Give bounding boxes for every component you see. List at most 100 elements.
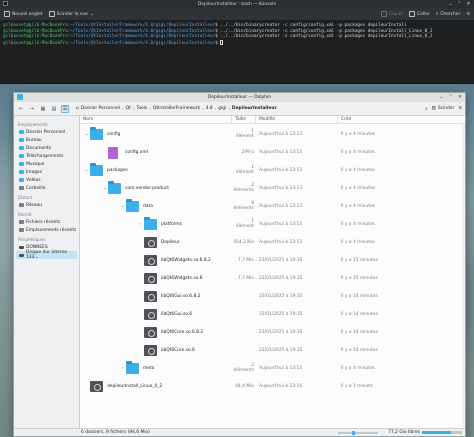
forward-icon[interactable]: → — [28, 105, 36, 113]
created-cell: Il y a 4 minutes — [341, 221, 375, 227]
places-item-label: Fichiers récents — [26, 219, 61, 225]
chevron-down-icon[interactable]: ⌄ — [84, 167, 89, 172]
created-cell: Il y a 4 minutes — [341, 131, 375, 137]
name-cell: ⌄ com.vendor.product — [80, 179, 232, 197]
table-row[interactable]: depileurInstall_Linux_0_2 44,4 Mio Aujourd… — [80, 377, 465, 395]
table-row[interactable]: › platforms 1 élément Aujourd'hui à 13:13 Il… — [80, 215, 465, 233]
file-name: libQt6Widgets.so.6 — [161, 276, 203, 281]
table-row[interactable]: ⌄ config 1 élément Aujourd'hui à 13:13 Il y … — [80, 125, 465, 143]
table-row[interactable]: libQt6Core.so.6 23/01/2025 à 19:35 Il y a … — [80, 341, 465, 359]
table-row[interactable]: config.xml 299 o Aujourd'hui à 13:13 Il y a… — [80, 143, 465, 161]
places-item-label: Téléchargements — [26, 153, 64, 159]
xml-file-icon — [108, 147, 118, 159]
maximize-icon[interactable]: ⌃ — [449, 94, 453, 100]
table-row[interactable]: libQt6Widgets.so.6 7,7 Mio 23/01/2025 à 19… — [80, 269, 465, 287]
breadcrumb-item[interactable]: gigi — [218, 106, 226, 111]
terminal-line: gilbouvet@gilb-MacBookPro:~/Tools/QtInst… — [3, 34, 471, 40]
chevron-down-icon[interactable]: ⌄ — [120, 203, 125, 208]
terminal-output[interactable]: gilbouvet@gilb-MacBookPro:~/Tools/QtInst… — [0, 21, 474, 48]
places-item-label: Disque dur interne 133... — [26, 250, 67, 260]
file-list[interactable]: Nom Taille Modifié Créé ⌄ config 1 élément… — [80, 116, 465, 428]
places-item-label: Corbeille — [26, 185, 46, 191]
icon-view-icon[interactable]: ▦ — [39, 105, 47, 113]
places-item[interactable]: Réseau — [16, 201, 77, 209]
minimize-icon[interactable]: ⌄ — [448, 1, 453, 7]
konsole-titlebar[interactable]: DepileurInstalleur : bash — Konsole ⌄ ⌃ … — [0, 0, 474, 8]
breadcrumb-item[interactable]: Qt — [126, 106, 131, 111]
details-view-icon[interactable]: ☰ — [61, 104, 69, 113]
split-button[interactable]: ▥ Scinder — [432, 106, 455, 111]
back-icon[interactable]: ← — [17, 105, 25, 113]
places-item[interactable]: Fichiers récents — [16, 218, 77, 226]
breadcrumb-item[interactable]: Dossier Personnel — [81, 106, 120, 111]
name-cell: Depileur — [80, 233, 232, 251]
chevron-down-icon[interactable]: ⌄ — [84, 131, 89, 136]
table-row[interactable]: ⌄ com.vendor.product 2 éléments Aujourd'hui… — [80, 179, 465, 197]
modified-cell: Aujourd'hui à 13:13 — [259, 185, 303, 191]
dolphin-toolbar: ← → ▦ ▤ ☰ ⌂ Dossier Personnel › Qt › Tools › Qt… — [14, 102, 465, 116]
places-item[interactable]: Corbeille — [16, 184, 77, 192]
modified-cell: 23/01/2025 à 19:35 — [259, 293, 303, 299]
file-name: platforms — [161, 222, 182, 227]
breadcrumb-item[interactable]: 4.8 — [206, 106, 213, 111]
minimize-icon[interactable]: ⌄ — [439, 94, 443, 100]
folder-icon — [19, 146, 24, 150]
drive-icon — [19, 245, 24, 249]
breadcrumb-item[interactable]: DepileurInstalleur — [232, 106, 277, 111]
table-row[interactable]: › meta 2 éléments Aujourd'hui à 13:13 Il y a… — [80, 359, 465, 377]
maximize-icon[interactable]: ⌃ — [457, 1, 462, 7]
scrollbar[interactable] — [462, 124, 465, 428]
places-item[interactable]: Bureau — [16, 136, 77, 144]
zoom-slider[interactable] — [338, 430, 379, 435]
hamburger-menu-icon[interactable]: ≡ — [458, 106, 462, 111]
places-item-label: Dossier Personnel — [26, 129, 66, 135]
split-view-button[interactable]: Scinder la vue ⌄ — [48, 11, 94, 17]
table-row[interactable]: libQt6Gui.so.6.8.2 23/01/2025 à 19:35 Il y… — [80, 287, 465, 305]
konsole-window[interactable]: DepileurInstalleur : bash — Konsole ⌄ ⌃ … — [0, 0, 474, 84]
column-name[interactable]: Nom — [80, 116, 232, 123]
breadcrumb-item[interactable]: Tools — [136, 106, 147, 111]
places-item[interactable]: Documents — [16, 144, 77, 152]
places-item[interactable]: Musique — [16, 160, 77, 168]
menu-button[interactable]: ≡ — [466, 12, 470, 17]
close-icon[interactable]: ✕ — [466, 1, 471, 7]
size-cell: 8 éléments — [233, 201, 254, 211]
close-icon[interactable]: ✕ — [458, 94, 462, 100]
places-item[interactable]: Dossier Personnel — [16, 128, 77, 136]
size-cell: 7,7 Mio — [237, 275, 254, 281]
dolphin-window[interactable]: DepileurInstalleur — Dolphin ⌄ ⌃ ✕ ← → ▦… — [13, 92, 466, 437]
chevron-right-icon: › — [122, 106, 124, 111]
compact-view-icon[interactable]: ▤ — [50, 105, 58, 113]
dolphin-titlebar[interactable]: DepileurInstalleur — Dolphin ⌄ ⌃ ✕ — [14, 93, 465, 102]
chevron-right-icon[interactable]: › — [138, 221, 143, 226]
table-row[interactable]: libQt6Gui.so.6 23/01/2025 à 19:35 Il y a 1… — [80, 305, 465, 323]
search-icon[interactable]: ⌕ — [425, 106, 427, 112]
copy-button[interactable]: Copier — [380, 11, 403, 17]
column-modified[interactable]: Modifié — [256, 116, 338, 123]
places-item[interactable]: Téléchargements — [16, 152, 77, 160]
prompt-user: gilbouvet@gilb-MacBookPro: — [3, 28, 71, 34]
chevron-right-icon[interactable]: › — [120, 365, 125, 370]
table-row[interactable]: libQt6Core.so.6.8.2 23/01/2025 à 19:35 Il … — [80, 323, 465, 341]
dolphin-title: DepileurInstalleur — Dolphin — [207, 95, 272, 100]
table-row[interactable]: Depileur 454,3 Kio Aujourd'hui à 13:13 Il y… — [80, 233, 465, 251]
executable-file-icon — [144, 255, 157, 266]
created-cell: Il y a 14 minutes — [341, 329, 378, 335]
places-item[interactable]: Images — [16, 168, 77, 176]
column-created[interactable]: Créé — [338, 116, 465, 123]
table-row[interactable]: libQt6Widgets.so.6.8.2 7,7 Mio 23/01/2025 … — [80, 251, 465, 269]
name-cell: › meta — [80, 359, 232, 377]
table-row[interactable]: ⌄ data 8 éléments Aujourd'hui à 13:13 Il y a… — [80, 197, 465, 215]
places-item[interactable]: Disque dur interne 133... — [16, 250, 77, 260]
modified-cell: 23/01/2025 à 19:35 — [259, 311, 303, 317]
chevron-down-icon[interactable]: ⌄ — [102, 185, 107, 190]
new-tab-button[interactable]: Nouvel onglet — [4, 11, 43, 17]
search-button[interactable]: ⌕ Chercher — [436, 11, 460, 18]
places-item[interactable]: Vidéos — [16, 176, 77, 184]
breadcrumb-item[interactable]: QtInstallerFramework — [153, 106, 200, 111]
paste-button[interactable]: Coller — [409, 11, 430, 17]
column-size[interactable]: Taille — [232, 116, 256, 123]
places-item-label: Réseau — [26, 202, 43, 208]
table-row[interactable]: ⌄ packages 1 élément Aujourd'hui à 13:13 Il … — [80, 161, 465, 179]
places-item[interactable]: Emplacements récents — [16, 226, 77, 234]
